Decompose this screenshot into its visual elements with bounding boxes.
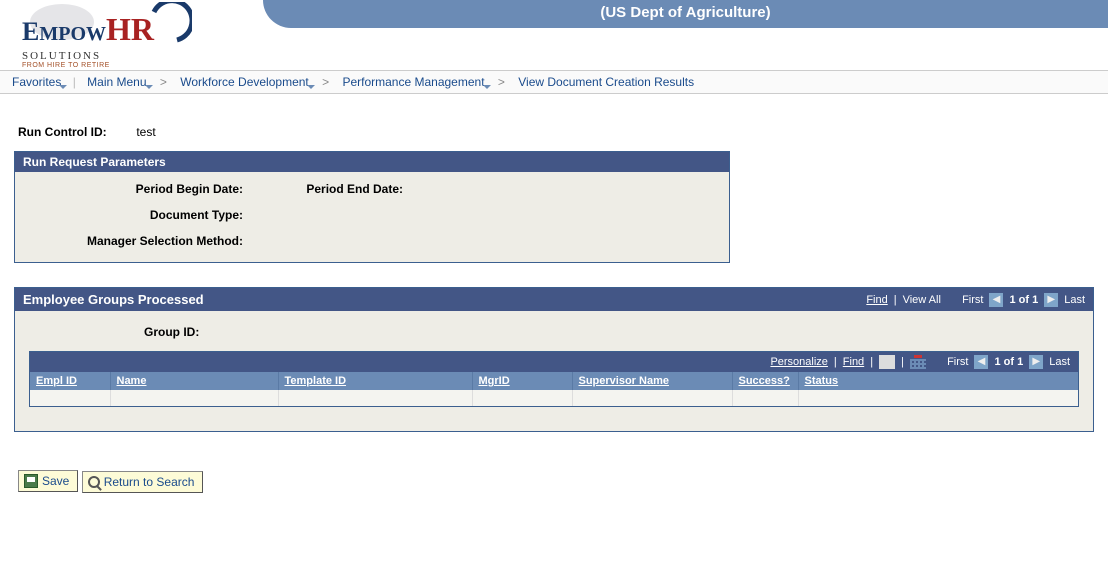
groups-body: Group ID: Personalize | Find | | First ◀… <box>15 311 1093 431</box>
grid-first-label: First <box>947 356 968 368</box>
save-button[interactable]: Save <box>18 470 78 492</box>
period-end-label: Period End Date: <box>306 182 403 196</box>
run-control-label: Run Control ID: <box>18 125 133 139</box>
breadcrumb: Favorites | Main Menu > Workforce Develo… <box>0 70 1108 94</box>
breadcrumb-main-menu[interactable]: Main Menu <box>83 75 150 89</box>
groups-nav: Find | View All First ◀ 1 of 1 ▶ Last <box>866 293 1085 307</box>
grid-prev-icon[interactable]: ◀ <box>974 355 988 369</box>
toolbar-separator: | <box>834 356 837 368</box>
col-name[interactable]: Name <box>110 372 278 390</box>
groups-viewall-link[interactable]: View All <box>903 294 941 306</box>
grid-counter: 1 of 1 <box>994 356 1023 368</box>
page-content: Run Control ID: test Run Request Paramet… <box>0 94 1108 518</box>
groups-last-label: Last <box>1064 294 1085 306</box>
chevron-right-icon: > <box>492 75 511 89</box>
col-success[interactable]: Success? <box>732 372 798 390</box>
group-id-label: Group ID: <box>144 325 199 339</box>
breadcrumb-item-0[interactable]: Workforce Development <box>176 75 313 89</box>
grid-toolbar: Personalize | Find | | First ◀ 1 of 1 ▶ … <box>30 352 1078 372</box>
params-body: Period Begin Date: Period End Date: Docu… <box>15 172 729 262</box>
breadcrumb-favorites[interactable]: Favorites <box>8 75 65 89</box>
col-mgr-id[interactable]: MgrID <box>472 372 572 390</box>
save-icon <box>24 474 38 488</box>
groups-counter: 1 of 1 <box>1009 294 1038 306</box>
logo-subtitle: SOLUTIONS <box>22 50 192 62</box>
logo-tagline: FROM HIRE TO RETIRE <box>22 62 192 69</box>
cell-sup <box>572 390 732 406</box>
grid-find-link[interactable]: Find <box>843 356 864 368</box>
breadcrumb-item-1[interactable]: Performance Management <box>338 75 488 89</box>
logo: EMPOWHR SOLUTIONS FROM HIRE TO RETIRE <box>22 2 192 69</box>
col-status[interactable]: Status <box>798 372 1078 390</box>
search-icon <box>88 476 100 488</box>
run-request-parameters-box: Run Request Parameters Period Begin Date… <box>14 151 730 263</box>
params-header: Run Request Parameters <box>15 152 729 172</box>
banner-background: (US Dept of Agriculture) <box>263 0 1108 28</box>
groups-next-icon[interactable]: ▶ <box>1044 293 1058 307</box>
params-row-1: Period Begin Date: Period End Date: <box>23 182 721 196</box>
results-grid: Personalize | Find | | First ◀ 1 of 1 ▶ … <box>29 351 1079 407</box>
header-banner: (US Dept of Agriculture) EMPOWHR SOLUTIO… <box>0 0 1108 70</box>
table-row <box>30 390 1078 406</box>
period-begin-label: Period Begin Date: <box>136 182 243 196</box>
cell-status <box>798 390 1078 406</box>
params-row-2: Document Type: <box>23 208 721 222</box>
cell-mgr <box>472 390 572 406</box>
groups-first-label: First <box>962 294 983 306</box>
cell-name <box>110 390 278 406</box>
chevron-right-icon: > <box>316 75 335 89</box>
run-control-value: test <box>136 125 155 139</box>
col-empl-id[interactable]: Empl ID <box>30 372 110 390</box>
col-template-id[interactable]: Template ID <box>278 372 472 390</box>
breadcrumb-divider: | <box>69 75 80 89</box>
run-control-row: Run Control ID: test <box>14 119 1094 151</box>
breadcrumb-item-2[interactable]: View Document Creation Results <box>514 75 698 89</box>
grid-last-label: Last <box>1049 356 1070 368</box>
params-row-3: Manager Selection Method: <box>23 234 721 248</box>
group-id-row: Group ID: <box>29 325 1079 339</box>
cell-succ <box>732 390 798 406</box>
groups-title: Employee Groups Processed <box>23 292 866 307</box>
return-button-label: Return to Search <box>104 475 195 489</box>
groups-find-link[interactable]: Find <box>866 294 887 306</box>
manager-selection-label: Manager Selection Method: <box>87 234 243 248</box>
cell-tmpl <box>278 390 472 406</box>
employee-groups-box: Employee Groups Processed Find | View Al… <box>14 287 1094 432</box>
org-title: (US Dept of Agriculture) <box>263 0 1108 21</box>
col-supervisor-name[interactable]: Supervisor Name <box>572 372 732 390</box>
nav-separator: | <box>894 294 897 306</box>
grid-personalize-link[interactable]: Personalize <box>770 356 827 368</box>
zoom-icon[interactable] <box>879 355 895 369</box>
cell-empl <box>30 390 110 406</box>
groups-prev-icon[interactable]: ◀ <box>989 293 1003 307</box>
button-row: Save Return to Search <box>14 470 1094 493</box>
return-to-search-button[interactable]: Return to Search <box>82 471 204 493</box>
download-icon[interactable] <box>910 355 926 369</box>
logo-image: EMPOWHR <box>22 2 192 52</box>
chevron-right-icon: > <box>154 75 173 89</box>
groups-header: Employee Groups Processed Find | View Al… <box>15 288 1093 311</box>
toolbar-separator: | <box>901 356 904 368</box>
results-table: Empl ID Name Template ID MgrID Superviso… <box>30 372 1078 406</box>
save-button-label: Save <box>42 474 69 488</box>
document-type-label: Document Type: <box>150 208 243 222</box>
table-header-row: Empl ID Name Template ID MgrID Superviso… <box>30 372 1078 390</box>
toolbar-separator: | <box>870 356 873 368</box>
grid-next-icon[interactable]: ▶ <box>1029 355 1043 369</box>
